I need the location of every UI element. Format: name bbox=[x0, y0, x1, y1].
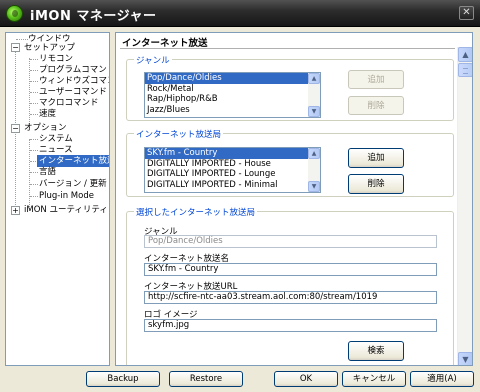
apply-button[interactable]: 適用(A) bbox=[410, 371, 474, 387]
tree-item-speed[interactable]: 速度 bbox=[39, 108, 56, 120]
title-divider bbox=[120, 48, 455, 49]
station-list[interactable]: SKY.fm - Country DIGITALLY IMPORTED - Ho… bbox=[144, 147, 321, 193]
scrollbar-thumb[interactable] bbox=[458, 63, 472, 77]
station-list-item[interactable]: SKY.fm - Country bbox=[145, 148, 320, 159]
settings-tree[interactable]: ウインドウ − セットアップ リモコン プログラムコマンド ウィンドウズコマンド… bbox=[5, 32, 110, 366]
scroll-up-icon[interactable]: ▲ bbox=[308, 148, 320, 159]
window-title: iMON マネージャー bbox=[30, 9, 157, 24]
genre-add-button[interactable]: 追加 bbox=[348, 70, 404, 89]
scroll-down-icon[interactable]: ▼ bbox=[458, 352, 472, 365]
station-list-item[interactable]: DIGITALLY IMPORTED - Lounge bbox=[145, 169, 320, 180]
tree-item-plugin-mode[interactable]: Plug-in Mode bbox=[39, 190, 94, 202]
tree-line bbox=[30, 196, 38, 197]
station-delete-button[interactable]: 削除 bbox=[348, 174, 404, 194]
station-add-button[interactable]: 追加 bbox=[348, 148, 404, 168]
tree-line bbox=[16, 39, 28, 40]
search-button[interactable]: 検索 bbox=[348, 341, 404, 361]
collapse-icon[interactable]: − bbox=[11, 124, 20, 133]
genre-list-scrollbar[interactable]: ▲ ▼ bbox=[308, 73, 320, 117]
backup-button[interactable]: Backup bbox=[86, 371, 160, 387]
title-bar[interactable]: iMON マネージャー ✕ bbox=[0, 0, 480, 27]
expand-icon[interactable]: + bbox=[11, 206, 20, 215]
tree-line bbox=[30, 81, 38, 82]
genre-list-item[interactable]: Rock/Metal bbox=[145, 84, 320, 95]
genre-group: ジャンル Pop/Dance/Oldies Rock/Metal Rap/Hip… bbox=[126, 54, 454, 121]
restore-button[interactable]: Restore bbox=[169, 371, 243, 387]
tree-line bbox=[30, 59, 38, 60]
tree-item-language[interactable]: 言語 bbox=[39, 166, 56, 178]
page-title: インターネット放送 bbox=[122, 38, 208, 49]
station-list-scrollbar[interactable]: ▲ ▼ bbox=[308, 148, 320, 192]
genre-list-item[interactable]: Jazz/Blues bbox=[145, 105, 320, 116]
panel-scrollbar[interactable]: ▲ ▼ bbox=[457, 47, 472, 365]
tree-line bbox=[30, 103, 38, 104]
logo-image-field[interactable]: skyfm.jpg bbox=[144, 319, 437, 332]
scroll-up-icon[interactable]: ▲ bbox=[458, 47, 472, 62]
scroll-down-icon[interactable]: ▼ bbox=[308, 181, 320, 192]
settings-panel: インターネット放送 ▲ ▼ ジャンル Pop/Dance/Oldies Rock… bbox=[115, 32, 473, 366]
selected-station-group-label: 選択したインターネット放送局 bbox=[134, 206, 258, 218]
station-url-field[interactable]: http://scfire-ntc-aa03.stream.aol.com:80… bbox=[144, 291, 437, 304]
genre-group-label: ジャンル bbox=[134, 54, 172, 66]
genre-list-item[interactable]: Pop/Dance/Oldies bbox=[145, 73, 320, 84]
tree-line bbox=[30, 172, 38, 173]
tree-line bbox=[30, 139, 38, 140]
tree-line bbox=[30, 184, 38, 185]
station-group: インターネット放送局 SKY.fm - Country DIGITALLY IM… bbox=[126, 128, 454, 197]
tree-line bbox=[29, 58, 30, 128]
tree-line bbox=[30, 114, 38, 115]
genre-list-item[interactable]: Rap/Hiphop/R&B bbox=[145, 94, 320, 105]
close-icon[interactable]: ✕ bbox=[459, 6, 474, 20]
collapse-icon[interactable]: − bbox=[11, 43, 20, 52]
station-list-item[interactable]: DIGITALLY IMPORTED - Minimal bbox=[145, 180, 320, 191]
cancel-button[interactable]: キャンセル bbox=[342, 371, 406, 387]
station-list-item[interactable]: DIGITALLY IMPORTED - House bbox=[145, 159, 320, 170]
station-name-field[interactable]: SKY.fm - Country bbox=[144, 263, 437, 276]
scroll-up-icon[interactable]: ▲ bbox=[308, 73, 320, 84]
genre-delete-button[interactable]: 削除 bbox=[348, 96, 404, 115]
selected-station-group: 選択したインターネット放送局 ジャンル Pop/Dance/Oldies インタ… bbox=[126, 206, 454, 365]
genre-list[interactable]: Pop/Dance/Oldies Rock/Metal Rap/Hiphop/R… bbox=[144, 72, 321, 118]
genre-field: Pop/Dance/Oldies bbox=[144, 235, 437, 248]
tree-line bbox=[30, 70, 38, 71]
station-group-label: インターネット放送局 bbox=[134, 128, 224, 140]
tree-line bbox=[30, 150, 38, 151]
tree-line bbox=[30, 92, 38, 93]
scroll-down-icon[interactable]: ▼ bbox=[308, 106, 320, 117]
ok-button[interactable]: OK bbox=[274, 371, 338, 387]
tree-item-imon-utility[interactable]: iMON ユーティリティ bbox=[24, 204, 108, 216]
tree-item-version-update[interactable]: バージョン / 更新 bbox=[39, 178, 107, 190]
imon-app-icon bbox=[6, 5, 23, 22]
